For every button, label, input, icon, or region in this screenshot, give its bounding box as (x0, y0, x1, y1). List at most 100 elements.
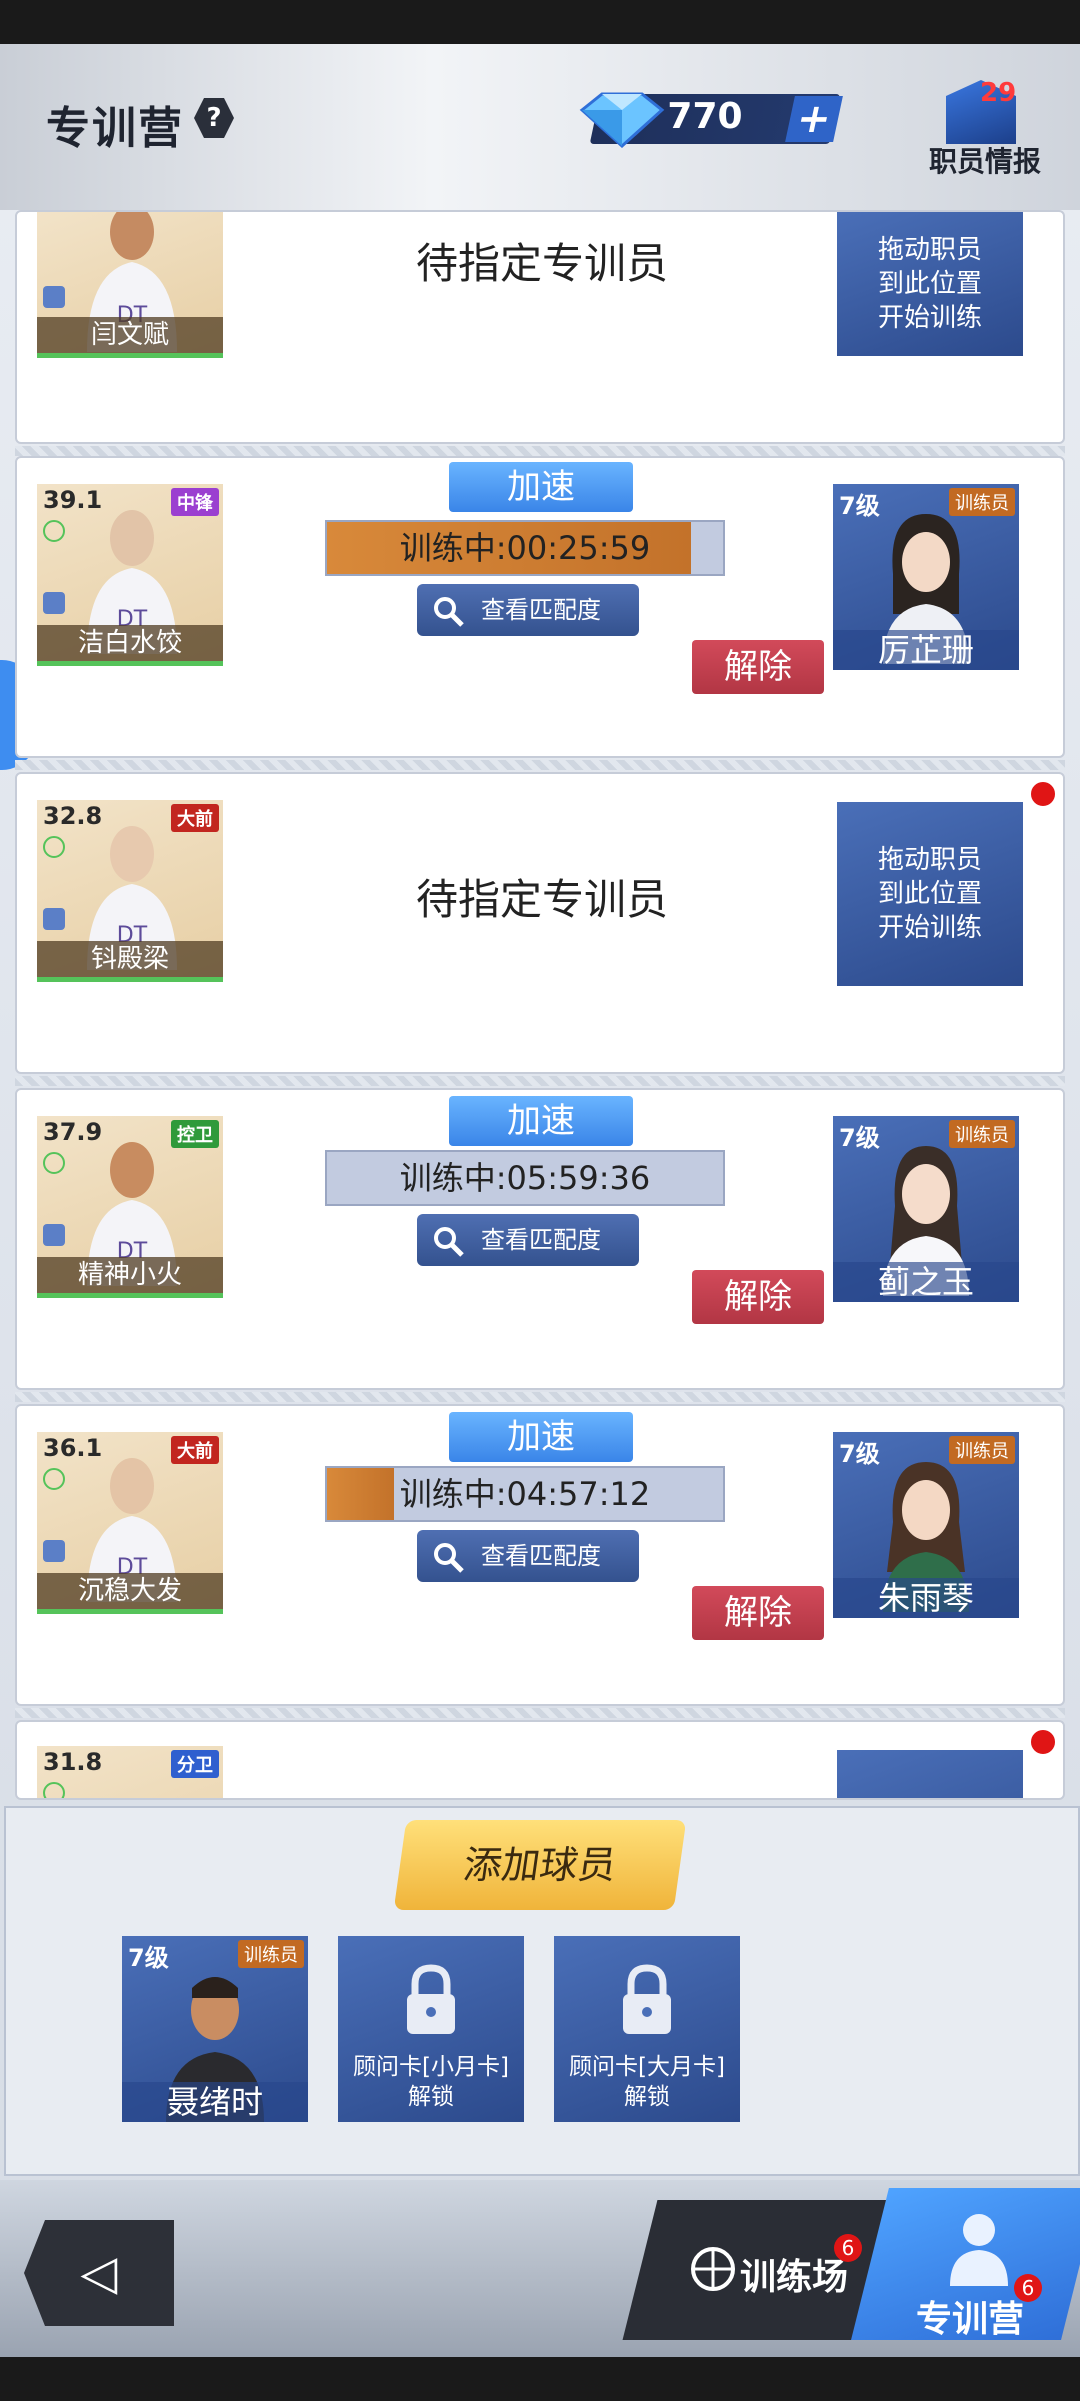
trainer-level: 7级 (839, 1124, 880, 1152)
remove-trainer-button[interactable]: 解除 (692, 1270, 824, 1324)
locked-slot-status: 解锁 (408, 2084, 454, 2110)
player-card[interactable]: 31.8 分卫 (37, 1746, 223, 1798)
progress-label: 训练中:00:25:59 (399, 529, 651, 567)
staff-info-button[interactable]: 29 职员情报 (910, 78, 1060, 180)
training-progress: 训练中:05:59:36 (325, 1150, 725, 1206)
trainer-name: 聂绪时 (122, 2082, 308, 2122)
progress-label: 训练中:05:59:36 (399, 1159, 651, 1197)
trainer-name: 蓟之玉 (833, 1262, 1019, 1302)
lock-icon (407, 1964, 455, 2034)
locked-slot[interactable]: 顾问卡[小月卡] 解锁 (338, 1936, 524, 2122)
row-divider (15, 760, 1065, 770)
drag-trainer-slot[interactable]: 拖动职员 到此位置 开始训练 (837, 802, 1023, 986)
player-name: 闫文赋 (37, 317, 223, 353)
training-row: DT 32.8 大前 钭殿梁 待指定专训员 拖动职员 到此位置 开始训练 (15, 772, 1065, 1074)
staff-info-label: 职员情报 (928, 145, 1041, 178)
trainer-slot[interactable]: 7级 训练员 聂绪时 (122, 1936, 308, 2122)
row-divider (15, 1708, 1065, 1718)
coach-icon (950, 2214, 1008, 2286)
player-card[interactable]: DT 37.9 控卫 精神小火 (37, 1116, 223, 1298)
training-progress: 训练中:00:25:59 (325, 520, 725, 576)
view-match-label: 查看匹配度 (481, 1542, 601, 1570)
player-card[interactable]: DT 36.1 大前 沉稳大发 (37, 1432, 223, 1614)
tab-camp[interactable]: 专训营 (916, 2290, 1024, 2342)
remove-trainer-button[interactable]: 解除 (692, 1586, 824, 1640)
player-name: 洁白水饺 (37, 625, 223, 661)
player-score: 36.1 (43, 1434, 103, 1462)
training-row: DT 37.9 控卫 精神小火 加速 训练中:05:59:36 查看匹配度 解除… (15, 1088, 1065, 1390)
locked-slot[interactable]: 顾问卡[大月卡] 解锁 (554, 1936, 740, 2122)
trainer-tag: 训练员 (238, 1940, 304, 1968)
drag-hint-line: 到此位置 (877, 879, 982, 909)
player-name: 精神小火 (37, 1257, 223, 1293)
player-score: 39.1 (43, 486, 103, 514)
tab-practice-badge: 6 (834, 2234, 862, 2262)
player-name: 沉稳大发 (37, 1573, 223, 1609)
remove-trainer-button[interactable]: 解除 (692, 640, 824, 694)
basketball-icon (43, 1540, 65, 1562)
training-row: DT 39.1 中锋 洁白水饺 加速 训练中:00:25:59 查看匹配度 解除… (15, 456, 1065, 758)
view-match-button[interactable]: 查看匹配度 (417, 1214, 639, 1266)
trainer-name: 厉芷珊 (833, 630, 1019, 670)
training-progress: 训练中:04:57:12 (325, 1466, 725, 1522)
row-divider (15, 1392, 1065, 1402)
drag-trainer-slot[interactable] (837, 1750, 1023, 1798)
tab-practice[interactable]: 训练场 (740, 2248, 848, 2300)
speed-up-button[interactable]: 加速 (449, 1412, 633, 1462)
drag-hint-line: 开始训练 (877, 913, 982, 943)
trainer-tag: 训练员 (949, 1436, 1015, 1464)
trainer-card[interactable]: 7级 训练员 朱雨琴 (833, 1432, 1019, 1618)
position-tag: 大前 (171, 1436, 219, 1464)
drag-hint-line: 开始训练 (877, 303, 982, 333)
locked-slot-title: 顾问卡[大月卡] (569, 2054, 725, 2080)
player-score: 32.8 (43, 802, 103, 830)
drag-trainer-slot[interactable]: 拖动职员 到此位置 开始训练 (837, 212, 1023, 356)
player-score: 37.9 (43, 1118, 103, 1146)
trainer-card[interactable]: 7级 训练员 厉芷珊 (833, 484, 1019, 670)
currency-value: 770 (667, 96, 743, 137)
training-row: DT 36.1 大前 沉稳大发 加速 训练中:04:57:12 查看匹配度 解除… (15, 1404, 1065, 1706)
basketball-icon (43, 592, 65, 614)
notification-dot (1029, 780, 1057, 808)
row-divider (15, 446, 1065, 456)
add-player-button[interactable]: 添加球员 (393, 1820, 687, 1910)
mood-icon (43, 1152, 65, 1174)
player-card[interactable]: DT 39.1 中锋 洁白水饺 (37, 484, 223, 666)
drag-hint-line: 到此位置 (877, 269, 982, 299)
trainer-level: 7级 (128, 1944, 169, 1972)
staff-info-badge: 29 (980, 78, 1017, 108)
basketball-hoop-icon (691, 2247, 735, 2291)
lock-icon (623, 1964, 671, 2034)
basketball-icon (43, 1224, 65, 1246)
back-button[interactable]: ◁ (24, 2220, 174, 2326)
position-tag: 中锋 (171, 488, 219, 516)
position-tag: 控卫 (171, 1120, 219, 1148)
training-row: DT 闫文赋 待指定专训员 拖动职员 到此位置 开始训练 (15, 210, 1065, 444)
drag-hint-line: 拖动职员 (877, 235, 982, 265)
mood-icon (43, 836, 65, 858)
trainer-level: 7级 (839, 1440, 880, 1468)
speed-up-button[interactable]: 加速 (449, 1096, 633, 1146)
search-icon (434, 597, 464, 627)
position-tag: 大前 (171, 804, 219, 832)
mood-icon (43, 520, 65, 542)
view-match-label: 查看匹配度 (481, 1226, 601, 1254)
mood-icon (43, 1468, 65, 1490)
locked-slot-status: 解锁 (624, 2084, 670, 2110)
position-tag: 分卫 (171, 1750, 219, 1778)
view-match-button[interactable]: 查看匹配度 (417, 584, 639, 636)
locked-slot-title: 顾问卡[小月卡] (353, 2054, 509, 2080)
trainer-card[interactable]: 7级 训练员 蓟之玉 (833, 1116, 1019, 1302)
tab-camp-badge: 6 (1014, 2274, 1042, 2302)
notification-dot (1029, 1728, 1057, 1756)
view-match-label: 查看匹配度 (481, 596, 601, 624)
player-name: 钭殿梁 (37, 941, 223, 977)
mood-icon (43, 1782, 65, 1798)
trainer-name: 朱雨琴 (833, 1578, 1019, 1618)
add-currency-button[interactable]: + (785, 96, 843, 142)
progress-label: 训练中:04:57:12 (399, 1475, 651, 1513)
trainer-tag: 训练员 (949, 1120, 1015, 1148)
view-match-button[interactable]: 查看匹配度 (417, 1530, 639, 1582)
speed-up-button[interactable]: 加速 (449, 462, 633, 512)
drag-hint-line: 拖动职员 (877, 845, 982, 875)
